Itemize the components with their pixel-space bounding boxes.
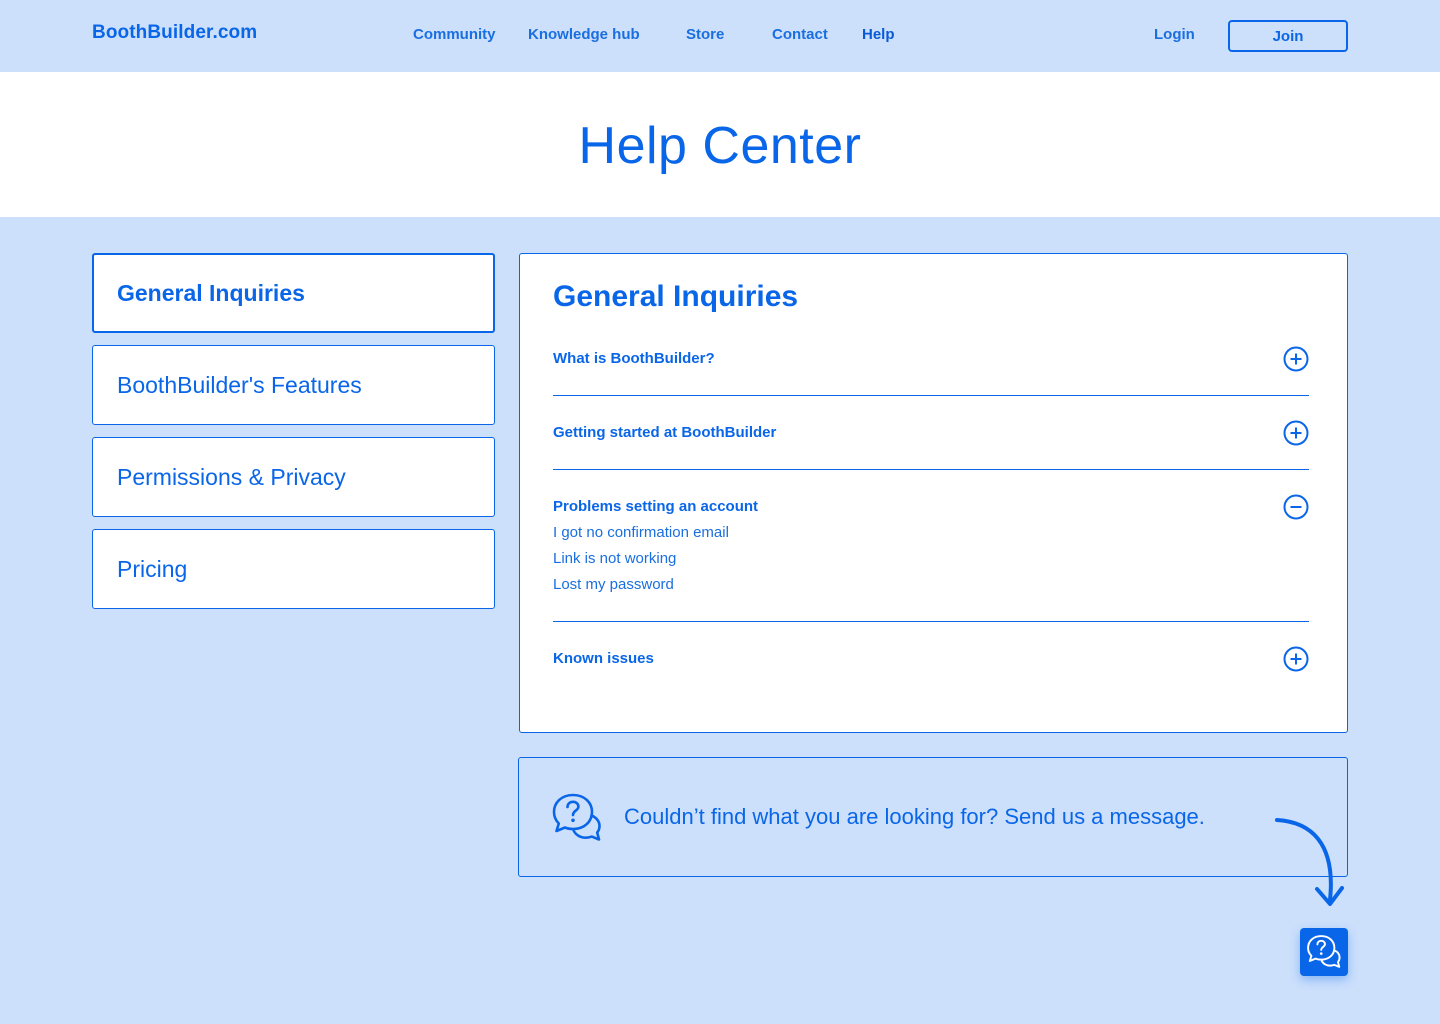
nav-knowledge-hub[interactable]: Knowledge hub [528,26,640,43]
faq-answer-lost-password[interactable]: Lost my password [553,576,674,593]
faq-answer-no-confirmation-email[interactable]: I got no confirmation email [553,524,729,541]
plus-circle-icon[interactable] [1283,346,1309,372]
nav-store[interactable]: Store [686,26,724,43]
chat-support-button[interactable] [1300,928,1348,976]
faq-divider [553,621,1309,622]
site-logo[interactable]: BoothBuilder.com [92,22,257,44]
faq-question-getting-started[interactable]: Getting started at BoothBuilder [553,424,776,441]
login-link[interactable]: Login [1154,26,1195,43]
faq-title: General Inquiries [553,280,799,313]
chat-question-icon [1307,935,1341,968]
chat-question-icon [552,793,601,841]
nav-help[interactable]: Help [862,26,895,43]
faq-question-known-issues[interactable]: Known issues [553,650,654,667]
category-general-inquiries[interactable]: General Inquiries [92,253,495,333]
send-message-link[interactable]: Couldn’t find what you are looking for? … [624,804,1205,830]
category-permissions-privacy[interactable]: Permissions & Privacy [92,437,495,517]
faq-panel: General Inquiries What is BoothBuilder? … [519,253,1348,733]
contact-message-box: Couldn’t find what you are looking for? … [518,757,1348,877]
curved-arrow-icon [1275,818,1344,906]
plus-circle-icon[interactable] [1283,420,1309,446]
faq-answer-link-not-working[interactable]: Link is not working [553,550,676,567]
faq-question-what-is[interactable]: What is BoothBuilder? [553,350,715,367]
join-button[interactable]: Join [1228,20,1348,52]
category-features[interactable]: BoothBuilder's Features [92,345,495,425]
hero-section: Help Center [0,72,1440,217]
page-title: Help Center [578,117,862,175]
faq-divider [553,395,1309,396]
nav-contact[interactable]: Contact [772,26,828,43]
top-nav-bar: BoothBuilder.com Community Knowledge hub… [0,0,1440,72]
nav-community[interactable]: Community [413,26,496,43]
minus-circle-icon[interactable] [1283,494,1309,520]
plus-circle-icon[interactable] [1283,646,1309,672]
faq-divider [553,469,1309,470]
faq-question-problems-account[interactable]: Problems setting an account [553,498,758,515]
category-pricing[interactable]: Pricing [92,529,495,609]
